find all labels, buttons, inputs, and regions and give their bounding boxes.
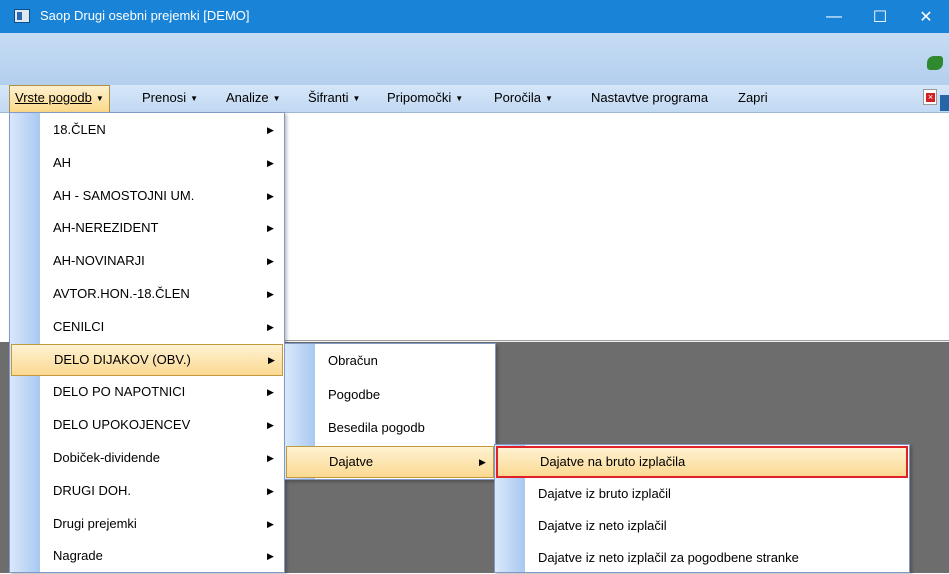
submenu-arrow-icon: ▶ [267, 485, 274, 496]
menu-vrste-pogodb[interactable]: Vrste pogodb ▼ [9, 85, 110, 113]
menu-item-label: Nagrade [53, 548, 103, 564]
menu-item-label: AH-NOVINARJI [53, 253, 145, 269]
menu-label: Prenosi [142, 90, 187, 105]
dropdown-arrow-icon: ▼ [455, 93, 464, 103]
submenu-arrow-icon: ▶ [267, 518, 274, 529]
delo-dijakov-submenu: Obračun Pogodbe Besedila pogodb Dajatve ▶ [284, 343, 496, 480]
menu-prenosi[interactable]: Prenosi ▼ [137, 85, 203, 113]
menu-item-label: Besedila pogodb [328, 420, 425, 435]
submenu-arrow-icon: ▶ [267, 321, 274, 332]
dropdown-arrow-icon: ▼ [544, 93, 553, 103]
app-icon [14, 9, 30, 23]
menu-nastavitve[interactable]: Nastavtve programa [586, 85, 713, 113]
menu-item-label: Obračun [328, 353, 378, 368]
menu-item[interactable]: DELO UPOKOJENCEV ▶ [11, 409, 283, 441]
menu-item[interactable]: AH - SAMOSTOJNI UM. ▶ [11, 180, 283, 212]
side-panel-icon[interactable] [940, 95, 949, 111]
menu-zapri[interactable]: Zapri [733, 85, 773, 113]
close-document-icon[interactable] [923, 89, 937, 105]
menu-item[interactable]: Dajatve ▶ [286, 445, 494, 478]
menu-item[interactable]: Drugi prejemki ▶ [11, 508, 283, 540]
menu-item-label: AH-NEREZIDENT [53, 220, 159, 236]
menu-item-label: 18.ČLEN [53, 122, 106, 137]
menu-item[interactable]: Dajatve na bruto izplačila [496, 446, 908, 478]
submenu-arrow-icon: ▶ [267, 387, 274, 398]
menu-bar: Vrste pogodb ▼ Prenosi ▼ Analize ▼ Šifranti… [0, 85, 949, 113]
submenu-arrow-icon: ▶ [267, 289, 274, 299]
menu-item[interactable]: DELO DIJAKOV (OBV.) ▶ [11, 343, 283, 376]
menu-item-label: DELO UPOKOJENCEV [53, 417, 191, 433]
submenu-arrow-icon: ▶ [267, 453, 274, 463]
submenu-arrow-icon: ▶ [267, 190, 274, 201]
menu-item-label: DELO DIJAKOV (OBV.) [54, 351, 191, 367]
menu-item-label: Dajatve [329, 453, 374, 469]
menu-item-label: Dobiček-dividende [53, 450, 160, 465]
menu-item[interactable]: Obračun [286, 345, 494, 377]
maximize-button[interactable]: ☐ [857, 0, 903, 33]
menu-item[interactable]: AVTOR.HON.-18.ČLEN ▶ [11, 278, 283, 310]
submenu-arrow-icon: ▶ [267, 256, 274, 267]
run-icon[interactable] [927, 56, 943, 70]
dajatve-submenu: Dajatve na bruto izplačila Dajatve iz bru… [494, 444, 910, 573]
menu-label: Poročila [494, 90, 541, 105]
toolbar-area [0, 33, 949, 85]
menu-item[interactable]: Nagrade ▶ [11, 540, 283, 572]
submenu-arrow-icon: ▶ [267, 223, 274, 234]
menu-item-label: AVTOR.HON.-18.ČLEN [53, 286, 190, 301]
menu-item[interactable]: Pogodbe [286, 379, 494, 411]
menu-item-label: CENILCI [53, 318, 105, 334]
menu-item[interactable]: DRUGI DOH. ▶ [11, 475, 283, 507]
submenu-arrow-icon: ▶ [268, 354, 275, 365]
submenu-arrow-icon: ▶ [267, 157, 274, 168]
menu-item[interactable]: AH-NEREZIDENT ▶ [11, 212, 283, 244]
title-bar: Saop Drugi osebni prejemki [DEMO] — ☐ ✕ [0, 0, 949, 33]
menu-sifranti[interactable]: Šifranti ▼ [303, 85, 365, 113]
menu-item-label: Pogodbe [328, 386, 381, 402]
menu-item[interactable]: DELO PO NAPOTNICI ▶ [11, 376, 283, 408]
dropdown-arrow-icon: ▼ [95, 93, 104, 103]
menu-item-label: Dajatve na bruto izplačila [540, 454, 686, 469]
menu-item[interactable]: AH-NOVINARJI ▶ [11, 245, 283, 277]
minimize-button[interactable]: — [811, 0, 857, 33]
dropdown-arrow-icon: ▼ [352, 93, 361, 103]
menu-label: Zapri [738, 90, 768, 105]
menu-label: Nastavtve programa [591, 90, 709, 105]
menu-pripomocki[interactable]: Pripomočki ▼ [382, 85, 468, 113]
menu-label: Šifranti [308, 90, 349, 105]
menu-item-label: DELO PO NAPOTNICI [53, 384, 186, 400]
submenu-arrow-icon: ▶ [267, 551, 274, 562]
menu-label: Vrste pogodb [15, 90, 92, 105]
window-title: Saop Drugi osebni prejemki [DEMO] [40, 8, 250, 23]
menu-item-label: Dajatve iz neto izplačil [538, 518, 667, 533]
submenu-arrow-icon: ▶ [267, 420, 274, 431]
menu-label: Pripomočki [387, 90, 452, 105]
menu-item-label: Drugi prejemki [53, 515, 137, 531]
menu-item[interactable]: AH ▶ [11, 147, 283, 179]
menu-item[interactable]: Besedila pogodb [286, 412, 494, 444]
menu-item-label: DRUGI DOH. [53, 482, 131, 498]
menu-item[interactable]: 18.ČLEN ▶ [11, 114, 283, 146]
menu-item-label: Dajatve iz neto izplačil za pogodbene st… [538, 550, 799, 565]
menu-item[interactable]: Dobiček-dividende ▶ [11, 442, 283, 474]
menu-item[interactable]: Dajatve iz bruto izplačil [496, 478, 908, 510]
menu-item-label: AH [53, 154, 72, 170]
menu-porocila[interactable]: Poročila ▼ [489, 85, 558, 113]
dropdown-arrow-icon: ▼ [190, 93, 198, 103]
dropdown-arrow-icon: ▼ [272, 93, 281, 103]
menu-analize[interactable]: Analize ▼ [221, 85, 286, 113]
submenu-arrow-icon: ▶ [267, 125, 274, 135]
menu-item[interactable]: Dajatve iz neto izplačil za pogodbene st… [496, 542, 908, 574]
menu-item-label: Dajatve iz bruto izplačil [538, 486, 671, 501]
menu-label: Analize [226, 90, 269, 105]
close-button[interactable]: ✕ [903, 0, 949, 33]
menu-item-label: AH - SAMOSTOJNI UM. [53, 187, 195, 203]
submenu-arrow-icon: ▶ [479, 456, 486, 467]
menu-item[interactable]: Dajatve iz neto izplačil [496, 510, 908, 542]
vrste-pogodb-menu: 18.ČLEN ▶ AH ▶ AH - SAMOSTOJNI UM. ▶ AH-NEREZI… [9, 112, 285, 573]
menu-item[interactable]: CENILCI ▶ [11, 311, 283, 343]
